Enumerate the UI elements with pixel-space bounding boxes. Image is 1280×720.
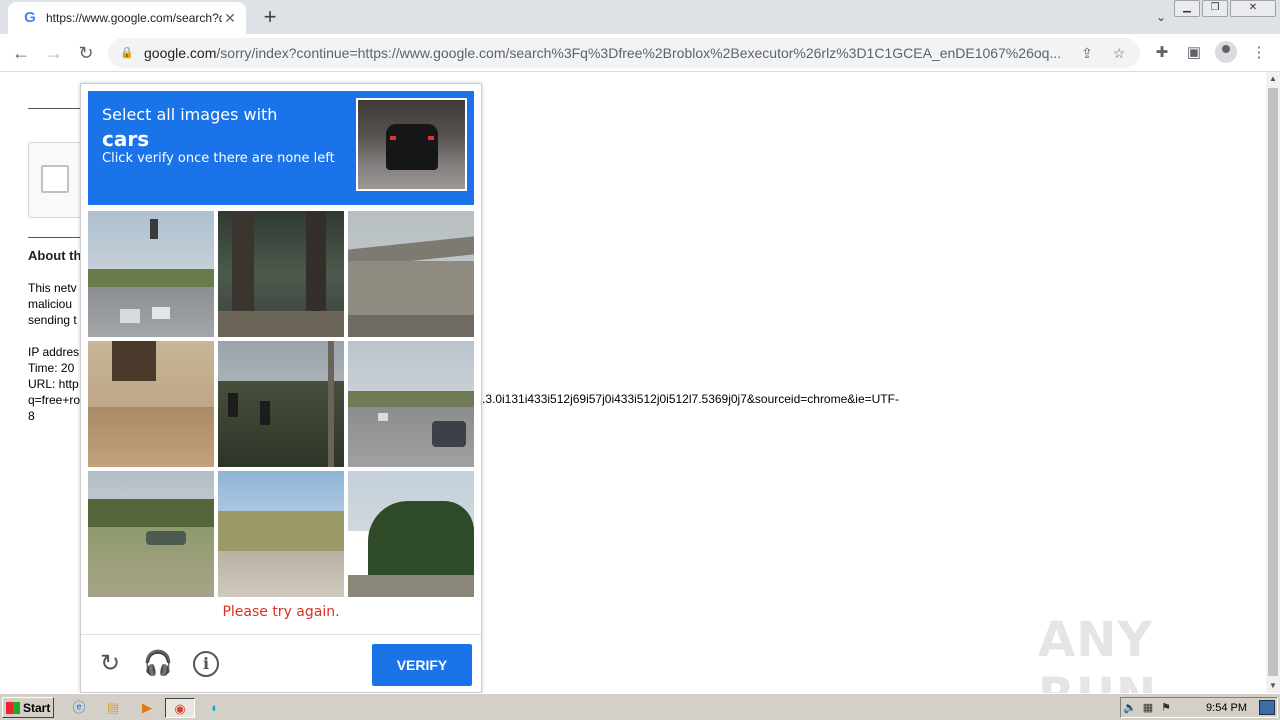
media-player-icon[interactable]: ▶ xyxy=(136,698,158,718)
extensions-puzzle-icon[interactable]: ✚ xyxy=(1152,43,1172,63)
grid-tile-3[interactable] xyxy=(348,211,474,337)
edge-icon[interactable]: ◐ xyxy=(204,698,226,718)
url-text: google.com/sorry/index?continue=https://… xyxy=(144,45,1062,61)
address-bar[interactable]: 🔒 google.com/sorry/index?continue=https:… xyxy=(108,38,1140,68)
ip-address-line: IP addres xyxy=(28,345,80,359)
windows-taskbar: Start ⓔ ▤ ▶ ◉ ◐ 🔈 ▦ ⚑ 9:54 PM xyxy=(0,693,1280,720)
body-text-line: This netv xyxy=(28,281,77,295)
image-grid xyxy=(88,211,474,597)
clock: 9:54 PM xyxy=(1206,701,1247,714)
divider xyxy=(28,237,88,238)
about-heading: About th xyxy=(28,248,82,263)
new-tab-icon[interactable]: + xyxy=(258,6,282,30)
instruction-text: Select all images with xyxy=(102,105,278,124)
volume-icon[interactable]: 🔈 xyxy=(1121,701,1139,714)
window-controls: ▁ ❐ ✕ xyxy=(1172,0,1276,17)
grid-tile-9[interactable] xyxy=(348,471,474,597)
show-desktop-icon[interactable] xyxy=(1259,700,1275,715)
verify-button[interactable]: VERIFY xyxy=(372,644,472,686)
restore-icon[interactable]: ❐ xyxy=(1202,0,1228,17)
lock-icon[interactable]: 🔒 xyxy=(120,46,134,60)
share-icon[interactable]: ⇪ xyxy=(1078,44,1096,62)
url-line: URL: http xyxy=(28,377,79,391)
recaptcha-checkbox[interactable] xyxy=(41,165,69,193)
action-center-flag-icon[interactable]: ⚑ xyxy=(1157,701,1175,714)
audio-challenge-headphones-icon[interactable]: 🎧 xyxy=(143,649,173,679)
chrome-taskbar-icon[interactable]: ◉ xyxy=(165,698,195,718)
forward-arrow-icon[interactable]: → xyxy=(42,41,66,65)
recaptcha-widget xyxy=(28,142,88,218)
file-explorer-icon[interactable]: ▤ xyxy=(102,698,124,718)
tab-strip: G https://www.google.com/search?q= ✕ + ⌄… xyxy=(0,0,1280,34)
system-tray: 🔈 ▦ ⚑ 9:54 PM xyxy=(1120,697,1278,718)
back-arrow-icon[interactable]: ← xyxy=(9,41,33,65)
scroll-up-icon[interactable]: ▲ xyxy=(1266,72,1280,86)
minimize-icon[interactable]: ▁ xyxy=(1174,0,1200,17)
browser-toolbar: ← → ↻ 🔒 google.com/sorry/index?continue=… xyxy=(0,34,1280,72)
grid-tile-7[interactable] xyxy=(88,471,214,597)
divider xyxy=(28,108,88,109)
grid-tile-1[interactable] xyxy=(88,211,214,337)
body-text-line: maliciou xyxy=(28,297,73,311)
scroll-thumb[interactable] xyxy=(1268,88,1278,676)
google-favicon-icon: G xyxy=(24,9,36,26)
body-text-line: sending t xyxy=(28,313,77,327)
internet-explorer-icon[interactable]: ⓔ xyxy=(68,698,90,718)
reload-challenge-icon[interactable]: ↻ xyxy=(95,649,125,679)
tab-title: https://www.google.com/search?q= xyxy=(46,11,222,25)
url-tail-text: .3.0i131i433i512j69i57j0i433i512j0i512l7… xyxy=(482,392,899,406)
tab-search-chevron-icon[interactable]: ⌄ xyxy=(1152,8,1170,26)
url-end-line: 8 xyxy=(28,409,35,423)
sample-car-image xyxy=(356,98,467,191)
grid-tile-4[interactable] xyxy=(88,341,214,467)
error-message: Please try again. xyxy=(222,604,340,620)
network-icon[interactable]: ▦ xyxy=(1139,701,1157,714)
start-button[interactable]: Start xyxy=(2,697,54,718)
time-line: Time: 20 xyxy=(28,361,75,375)
vertical-scrollbar[interactable]: ▲ ▼ xyxy=(1266,72,1280,693)
grid-tile-8[interactable] xyxy=(218,471,344,597)
help-info-icon[interactable]: i xyxy=(193,651,219,677)
tab-close-icon[interactable]: ✕ xyxy=(222,10,238,26)
grid-tile-6[interactable] xyxy=(348,341,474,467)
side-panel-icon[interactable]: ▣ xyxy=(1184,43,1204,63)
window-close-icon[interactable]: ✕ xyxy=(1230,0,1276,17)
challenge-header: Select all images with cars Click verify… xyxy=(88,91,474,205)
profile-avatar-icon[interactable] xyxy=(1215,41,1237,63)
challenge-footer: ↻ 🎧 i VERIFY xyxy=(81,634,481,692)
windows-flag-icon xyxy=(6,701,20,714)
grid-tile-2[interactable] xyxy=(218,211,344,337)
bookmark-star-icon[interactable]: ☆ xyxy=(1110,44,1128,62)
browser-tab[interactable]: G https://www.google.com/search?q= ✕ xyxy=(8,2,246,34)
reload-icon[interactable]: ↻ xyxy=(74,41,98,65)
recaptcha-challenge: Select all images with cars Click verify… xyxy=(80,83,482,693)
url-query-line: q=free+ro xyxy=(28,393,81,407)
grid-tile-5[interactable] xyxy=(218,341,344,467)
instruction-subtext: Click verify once there are none left xyxy=(102,151,335,166)
target-object-text: cars xyxy=(102,127,150,151)
menu-kebab-icon[interactable]: ⋮ xyxy=(1249,43,1269,63)
